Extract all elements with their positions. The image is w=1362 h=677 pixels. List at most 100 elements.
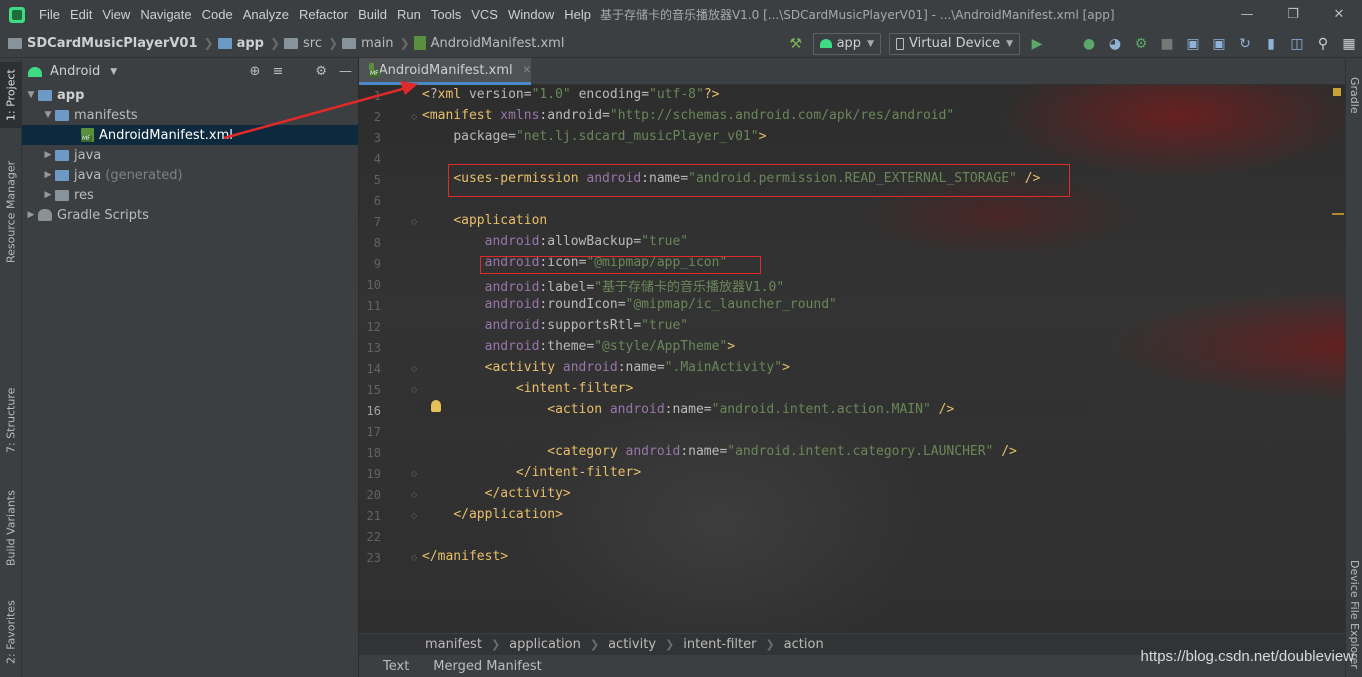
sync-gradle-icon[interactable]: ↻ xyxy=(1232,32,1258,56)
fold-marker-icon[interactable]: ◇ xyxy=(411,553,419,562)
hide-icon[interactable]: — xyxy=(339,64,352,79)
menu-navigate[interactable]: Navigate xyxy=(135,7,196,22)
run-config-select[interactable]: app ▼ xyxy=(812,32,881,55)
expand-arrow-icon[interactable]: ▶ xyxy=(41,150,55,160)
nav-crumb-main[interactable]: main xyxy=(340,36,394,51)
menu-code[interactable]: Code xyxy=(197,7,238,22)
code-line[interactable]: <category android:name="android.intent.c… xyxy=(422,444,1017,459)
tree-item-androidmanifest[interactable]: AndroidManifest.xml xyxy=(22,125,358,145)
sdk-manager-icon[interactable]: ◫ xyxy=(1284,32,1310,56)
project-view-select[interactable]: Android ▼ ⊕ ≡ ⚙ — xyxy=(22,58,358,85)
tool-tab-build-variants[interactable]: Build Variants xyxy=(0,480,22,576)
layout-icon[interactable]: ▦ xyxy=(1336,32,1362,56)
nav-crumb-file[interactable]: AndroidManifest.xml xyxy=(412,36,564,51)
code-line[interactable]: package="net.lj.sdcard_musicPlayer_v01"> xyxy=(422,129,766,144)
tree-item-app[interactable]: ▼ app xyxy=(22,85,358,105)
code-line[interactable]: <intent-filter> xyxy=(422,381,633,396)
tool-tab-favorites[interactable]: 2: Favorites xyxy=(0,592,22,672)
menu-analyze[interactable]: Analyze xyxy=(238,7,294,22)
menu-window[interactable]: Window xyxy=(503,7,559,22)
attach-debugger-icon[interactable]: ⚙ xyxy=(1128,32,1154,56)
close-icon[interactable]: ✕ xyxy=(1316,0,1362,29)
breadcrumb-action[interactable]: action xyxy=(784,637,824,652)
code-line[interactable]: android:supportsRtl="true" xyxy=(422,318,689,333)
code-line[interactable]: <action android:name="android.intent.act… xyxy=(422,402,954,417)
code-line[interactable]: android:roundIcon="@mipmap/ic_launcher_r… xyxy=(422,297,837,312)
menu-refactor[interactable]: Refactor xyxy=(294,7,353,22)
error-stripe[interactable] xyxy=(1330,85,1345,633)
code-editor[interactable]: 1 2 ◇ 3 4 5 6 7 ◇ 8 9 10 11 12 13 14 ◇ 15 ◇ 16 17 18 19 ◇ 20 ◇ 21 ◇… xyxy=(359,85,1345,633)
profile-icon[interactable]: ◕ xyxy=(1102,32,1128,56)
code-line[interactable]: </intent-filter> xyxy=(422,465,641,480)
collapse-all-icon[interactable]: ≡ xyxy=(272,64,283,79)
fold-marker-icon[interactable]: ◇ xyxy=(411,112,419,121)
menu-file[interactable]: File xyxy=(34,7,65,22)
fold-marker-icon[interactable]: ◇ xyxy=(411,217,419,226)
breadcrumb-manifest[interactable]: manifest xyxy=(425,637,482,652)
search-icon[interactable]: ⚲ xyxy=(1310,32,1336,56)
code-line[interactable]: android:allowBackup="true" xyxy=(422,234,689,249)
breadcrumb-activity[interactable]: activity xyxy=(608,637,656,652)
code-line[interactable]: <manifest xmlns:android="http://schemas.… xyxy=(422,108,954,123)
line-number: 17 xyxy=(366,425,381,439)
lightbulb-icon[interactable] xyxy=(431,400,441,412)
fold-marker-icon[interactable]: ◇ xyxy=(411,385,419,394)
minimize-icon[interactable]: — xyxy=(1224,0,1270,29)
stop-icon[interactable]: ■ xyxy=(1154,32,1180,56)
code-line[interactable]: <application xyxy=(422,213,547,228)
device-icon[interactable]: ▮ xyxy=(1258,32,1284,56)
menu-build[interactable]: Build xyxy=(353,7,392,22)
expand-arrow-icon[interactable]: ▶ xyxy=(41,190,55,200)
project-structure-icon[interactable]: ▣ xyxy=(1180,32,1206,56)
expand-arrow-icon[interactable]: ▼ xyxy=(41,110,55,120)
tool-tab-project[interactable]: 1: Project xyxy=(0,62,22,128)
fold-marker-icon[interactable]: ◇ xyxy=(411,364,419,373)
tree-item-manifests[interactable]: ▼ manifests xyxy=(22,105,358,125)
locate-icon[interactable]: ⊕ xyxy=(250,64,261,79)
tree-item-res[interactable]: ▶ res xyxy=(22,185,358,205)
tree-item-java-generated[interactable]: ▶ java (generated) xyxy=(22,165,358,185)
tool-tab-resource-manager[interactable]: Resource Manager xyxy=(0,150,22,274)
code-line[interactable]: <?xml version="1.0" encoding="utf-8"?> xyxy=(422,87,719,102)
menu-tools[interactable]: Tools xyxy=(426,7,466,22)
fold-marker-icon[interactable]: ◇ xyxy=(411,490,419,499)
expand-arrow-icon[interactable]: ▼ xyxy=(24,90,38,100)
restore-icon[interactable]: ❐ xyxy=(1270,0,1316,29)
code-line[interactable]: </manifest> xyxy=(422,549,508,564)
breadcrumb-application[interactable]: application xyxy=(509,637,581,652)
expand-arrow-icon[interactable]: ▶ xyxy=(41,170,55,180)
code-line[interactable]: android:label="基于存储卡的音乐播放器V1.0" xyxy=(422,276,785,295)
code-line[interactable]: <activity android:name=".MainActivity"> xyxy=(422,360,790,375)
nav-crumb-project[interactable]: SDCardMusicPlayerV01 xyxy=(0,36,198,51)
menu-edit[interactable]: Edit xyxy=(65,7,97,22)
line-number: 5 xyxy=(373,173,381,187)
tab-merged-manifest[interactable]: Merged Manifest xyxy=(433,659,541,674)
menu-bar: File Edit View Navigate Code Analyze Ref… xyxy=(0,0,1362,29)
tool-tab-structure[interactable]: 7: Structure xyxy=(0,380,22,460)
avd-manager-icon[interactable]: ▣ xyxy=(1206,32,1232,56)
code-line[interactable]: </activity> xyxy=(422,486,571,501)
menu-vcs[interactable]: VCS xyxy=(466,7,503,22)
expand-arrow-icon[interactable]: ▶ xyxy=(24,210,38,220)
fold-marker-icon[interactable]: ◇ xyxy=(411,511,419,520)
menu-view[interactable]: View xyxy=(97,7,135,22)
tree-item-gradle-scripts[interactable]: ▶ Gradle Scripts xyxy=(22,205,358,225)
tool-tab-gradle[interactable]: Gradle xyxy=(1346,66,1362,124)
run-icon[interactable]: ▶ xyxy=(1024,32,1050,56)
tree-item-java[interactable]: ▶ java xyxy=(22,145,358,165)
debug-icon[interactable]: ● xyxy=(1076,32,1102,56)
tab-androidmanifest[interactable]: AndroidManifest.xml ✕ xyxy=(359,58,531,85)
breadcrumb-intent-filter[interactable]: intent-filter xyxy=(683,637,756,652)
code-line[interactable]: android:theme="@style/AppTheme"> xyxy=(422,339,735,354)
device-select[interactable]: Virtual Device ▼ xyxy=(889,32,1020,55)
nav-crumb-src[interactable]: src xyxy=(282,36,322,51)
menu-run[interactable]: Run xyxy=(392,7,426,22)
menu-help[interactable]: Help xyxy=(559,7,596,22)
hammer-icon[interactable]: ⚒ xyxy=(783,32,809,56)
gear-icon[interactable]: ⚙ xyxy=(315,64,327,79)
fold-marker-icon[interactable]: ◇ xyxy=(411,469,419,478)
close-tab-icon[interactable]: ✕ xyxy=(523,65,531,76)
code-line[interactable]: </application> xyxy=(422,507,563,522)
tab-text[interactable]: Text xyxy=(383,659,409,674)
nav-crumb-app[interactable]: app xyxy=(216,36,264,51)
